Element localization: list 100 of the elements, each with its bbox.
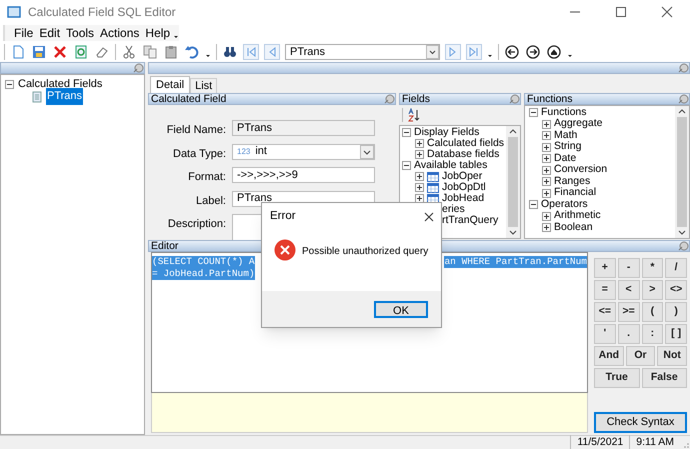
status-date: 11/5/2021 bbox=[570, 434, 630, 449]
tree-toggle-icon[interactable] bbox=[542, 142, 551, 152]
operator-button[interactable]: ) bbox=[665, 302, 687, 322]
dropdown-field[interactable]: 123 int bbox=[232, 144, 375, 160]
pin-icon[interactable] bbox=[509, 94, 520, 104]
operator-button[interactable]: + bbox=[594, 258, 616, 278]
status-time: 9:11 AM bbox=[629, 434, 680, 449]
tree-toggle-icon[interactable] bbox=[529, 200, 538, 210]
pin-icon[interactable] bbox=[678, 63, 689, 73]
pin-icon[interactable] bbox=[384, 94, 395, 104]
undo-icon[interactable] bbox=[184, 44, 200, 60]
check-syntax-button[interactable]: Check Syntax bbox=[594, 412, 687, 433]
code-text: an WHERE PartTran.PartNum bbox=[444, 256, 587, 268]
type-prefix: 123 bbox=[237, 146, 250, 158]
tree-toggle-icon[interactable] bbox=[542, 131, 551, 140]
tree-toggle-icon[interactable] bbox=[402, 161, 411, 170]
tab[interactable]: Detail bbox=[150, 76, 190, 93]
operator-button[interactable]: [ ] bbox=[665, 324, 687, 344]
operator-button[interactable]: >= bbox=[618, 302, 640, 322]
table-icon bbox=[427, 172, 439, 182]
input-field[interactable]: ->>,>>>,>>9 bbox=[232, 167, 375, 183]
operator-button[interactable]: < bbox=[618, 280, 640, 300]
tree-toggle-icon[interactable] bbox=[542, 154, 551, 164]
tree-toggle-icon[interactable] bbox=[542, 212, 551, 221]
delete-icon[interactable] bbox=[52, 44, 68, 60]
field-label: Field Name: bbox=[166, 123, 227, 138]
pin-icon[interactable] bbox=[133, 63, 144, 73]
operator-button[interactable]: Or bbox=[626, 346, 656, 366]
menu-item[interactable]: Help bbox=[142, 24, 174, 42]
tree-item[interactable]: JobHead bbox=[442, 190, 484, 206]
operator-button[interactable]: > bbox=[642, 280, 664, 300]
tree-toggle-icon[interactable] bbox=[5, 80, 14, 88]
scroll-up-icon[interactable] bbox=[509, 128, 517, 134]
record-dropdown[interactable]: PTrans bbox=[285, 44, 440, 60]
tree-toggle-icon[interactable] bbox=[542, 188, 551, 198]
code-text: (SELECT COUNT(*) A bbox=[152, 256, 255, 268]
save-icon[interactable] bbox=[31, 44, 47, 60]
menu-item[interactable]: Edit bbox=[36, 24, 64, 42]
tree-item[interactable]: rtTranQuery bbox=[442, 212, 498, 228]
binoculars-icon[interactable] bbox=[222, 44, 238, 60]
tree-toggle-icon[interactable] bbox=[542, 223, 551, 232]
tree-toggle-icon[interactable] bbox=[415, 150, 424, 159]
operator-button[interactable]: Not bbox=[657, 346, 687, 366]
forward-icon[interactable] bbox=[525, 44, 541, 60]
tree-toggle-icon[interactable] bbox=[542, 120, 551, 129]
operator-button[interactable]: False bbox=[642, 368, 687, 388]
operator-button[interactable]: ( bbox=[642, 302, 664, 322]
error-icon bbox=[274, 239, 296, 261]
tree-toggle-icon[interactable] bbox=[415, 139, 424, 148]
field-icon bbox=[31, 90, 43, 102]
operator-button[interactable]: <= bbox=[594, 302, 616, 322]
tree-item[interactable]: Boolean bbox=[554, 220, 593, 236]
operator-button[interactable]: - bbox=[618, 258, 640, 278]
window-icon bbox=[7, 6, 21, 18]
menu-item[interactable]: File bbox=[11, 24, 36, 42]
operator-button[interactable]: And bbox=[594, 346, 624, 366]
operator-button[interactable]: : bbox=[642, 324, 664, 344]
field-label: Data Type: bbox=[172, 146, 227, 162]
refresh-icon[interactable] bbox=[73, 44, 89, 60]
tree-toggle-icon[interactable] bbox=[542, 177, 551, 186]
chevron-down-icon[interactable] bbox=[360, 144, 374, 158]
copy-icon[interactable] bbox=[142, 44, 158, 60]
operator-button[interactable]: = bbox=[594, 280, 616, 300]
operator-button[interactable]: <> bbox=[665, 280, 687, 300]
tree-toggle-icon[interactable] bbox=[529, 108, 538, 118]
scroll-up-icon[interactable] bbox=[678, 108, 686, 114]
tree-toggle-icon[interactable] bbox=[542, 166, 551, 175]
tree-toggle-icon[interactable] bbox=[415, 183, 424, 192]
operator-button[interactable]: . bbox=[618, 324, 640, 344]
sort-az-icon[interactable] bbox=[408, 108, 420, 122]
panel-title: Editor bbox=[150, 240, 178, 252]
scrollbar[interactable] bbox=[675, 106, 689, 238]
ok-button[interactable]: OK bbox=[374, 300, 428, 318]
tab[interactable]: List bbox=[190, 78, 218, 93]
code-text: = JobHead.PartNum) bbox=[152, 268, 255, 280]
home-icon[interactable] bbox=[546, 44, 562, 60]
scroll-down-icon[interactable] bbox=[509, 230, 517, 236]
field-label: Description: bbox=[166, 217, 227, 232]
cut-icon[interactable] bbox=[121, 44, 137, 60]
operator-button[interactable]: ' bbox=[594, 324, 616, 344]
menu-item[interactable]: Actions bbox=[97, 24, 142, 42]
field-label: Format: bbox=[187, 170, 227, 185]
menu-item[interactable]: Tools bbox=[63, 24, 98, 42]
scroll-down-icon[interactable] bbox=[678, 230, 686, 236]
operator-button[interactable]: True bbox=[594, 368, 640, 388]
scrollbar[interactable] bbox=[506, 126, 520, 238]
input-field[interactable]: PTrans bbox=[232, 120, 375, 136]
tree-item[interactable]: PTrans bbox=[46, 88, 84, 105]
tree-toggle-icon[interactable] bbox=[415, 194, 424, 203]
window-title: Calculated Field SQL Editor bbox=[28, 4, 176, 21]
operator-button[interactable]: * bbox=[642, 258, 664, 278]
chevron-down-icon[interactable] bbox=[426, 45, 439, 59]
tree-toggle-icon[interactable] bbox=[415, 172, 424, 181]
back-icon[interactable] bbox=[504, 44, 520, 60]
operator-button[interactable]: / bbox=[665, 258, 687, 278]
panel-title: Calculated Field bbox=[150, 94, 226, 104]
tree-item[interactable]: Financial bbox=[554, 185, 596, 202]
pin-icon[interactable] bbox=[678, 241, 689, 251]
dialog-title: Error bbox=[270, 209, 296, 224]
tree-toggle-icon[interactable] bbox=[402, 128, 411, 137]
